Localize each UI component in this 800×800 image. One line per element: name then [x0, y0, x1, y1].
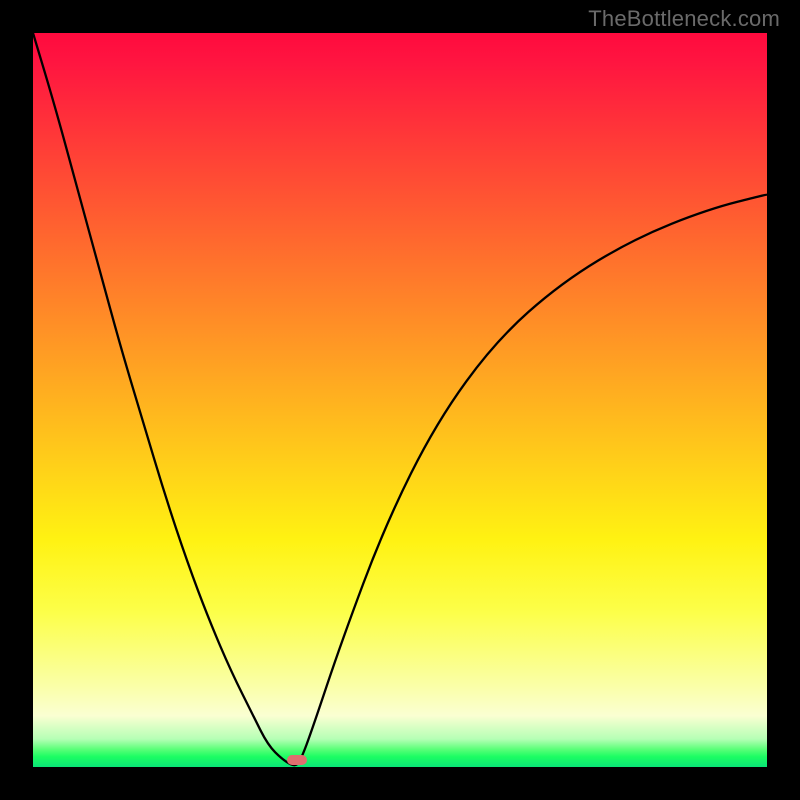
curve-path	[33, 33, 767, 765]
plot-area	[33, 33, 767, 767]
chart-frame: TheBottleneck.com	[0, 0, 800, 800]
trough-marker	[287, 755, 307, 765]
attribution-text: TheBottleneck.com	[588, 6, 780, 32]
bottleneck-curve	[33, 33, 767, 767]
